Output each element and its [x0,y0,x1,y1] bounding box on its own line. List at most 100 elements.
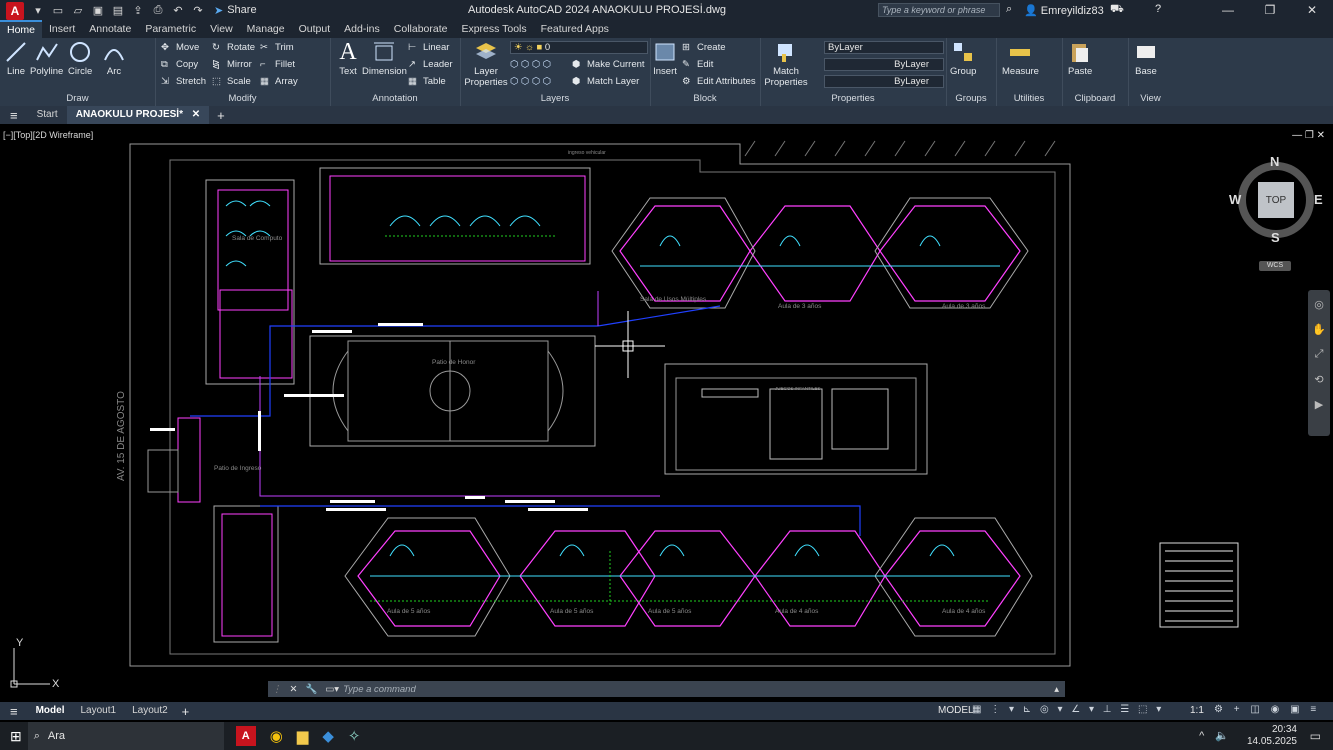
layers-panel-title[interactable]: Layers [460,93,650,104]
block-panel-title[interactable]: Block [650,93,760,104]
groups-panel-title[interactable]: Groups [946,93,996,104]
maximize-icon[interactable]: ❐ [1249,0,1291,20]
app-icon[interactable]: ✧ [348,727,361,745]
line-button[interactable]: Line [4,40,28,77]
rotate-button[interactable]: ↻ Rotate [212,42,255,53]
new-tab-icon[interactable]: + [209,108,233,123]
compass-e[interactable]: E [1314,192,1323,207]
command-line-handle-icon[interactable]: ⋮ [268,684,286,695]
scale-button[interactable]: ⬚ Scale [212,76,251,87]
make-current-button[interactable]: ⬢ Make Current [572,59,645,70]
layer-properties-button[interactable]: Layer Properties [464,40,508,88]
upload-icon[interactable]: ⇪ [130,3,146,17]
edit-block-button[interactable]: ✎ Edit [682,59,713,70]
arc-button[interactable]: Arc [102,40,126,77]
tab-layout2[interactable]: Layout2 [124,702,176,720]
command-expand-icon[interactable]: ▴ [1048,684,1065,695]
hamburger-menu-icon[interactable]: ≡ [0,108,28,123]
annotation-panel-title[interactable]: Annotation [330,93,460,104]
showmotion-icon[interactable]: ▶ [1308,398,1330,411]
tab-start[interactable]: Start [28,106,67,124]
table-button[interactable]: ▦ Table [408,76,446,87]
color-dropdown[interactable]: ByLayer [824,41,944,54]
paste-button[interactable]: Paste [1068,40,1092,77]
file-explorer-icon[interactable]: ▆ [297,727,309,745]
copy-button[interactable]: ⧉ Copy [161,59,198,70]
tab-parametric[interactable]: Parametric [138,20,203,38]
modify-panel-title[interactable]: Modify [155,93,330,104]
open-icon[interactable]: ▱ [70,3,86,17]
lineweight-dropdown[interactable]: ByLayer [824,75,944,88]
taskbar-search[interactable]: ⌕ Ara [27,722,224,750]
tab-featured-apps[interactable]: Featured Apps [534,20,616,38]
zoom-extents-icon[interactable]: ⤢ [1308,348,1330,361]
print-icon[interactable]: ⎙ [150,3,166,17]
user-account[interactable]: 👤 Emreyildiz83 [1024,4,1104,17]
save-icon[interactable]: ▣ [90,3,106,17]
notifications-icon[interactable]: ▭ [1310,729,1321,743]
command-history-icon[interactable]: ▭▾ [321,684,343,695]
windows-start-icon[interactable]: ⊞ [10,728,22,745]
leader-button[interactable]: ↗ Leader [408,59,453,70]
mirror-button[interactable]: ⧎ Mirror [212,59,252,70]
move-button[interactable]: ✥ Move [161,42,199,53]
close-command-line-icon[interactable]: ✕ [286,684,302,695]
store-icon[interactable]: ◆ [322,727,334,745]
tab-collaborate[interactable]: Collaborate [387,20,455,38]
create-block-button[interactable]: ⊞ Create [682,42,726,53]
group-button[interactable]: Group [950,40,976,77]
saveas-icon[interactable]: ▤ [110,3,126,17]
base-button[interactable]: Base [1134,40,1158,77]
status-tools-right[interactable]: ⚙ + ◫ ◉ ▣ ≡ [1214,704,1320,715]
match-layer-button[interactable]: ⬢ Match Layer [572,76,639,87]
tab-add-ins[interactable]: Add-ins [337,20,387,38]
tab-insert[interactable]: Insert [42,20,82,38]
clock[interactable]: 20:34 14.05.2025 [1247,722,1297,750]
undo-icon[interactable]: ↶ [170,3,186,17]
compass-n[interactable]: N [1270,154,1279,169]
add-layout-icon[interactable]: + [176,704,196,719]
new-icon[interactable]: ▭ [50,3,66,17]
layer-tools-2[interactable]: ⬡ ⬡ ⬡ ⬡ [510,76,551,87]
autocad-taskbar-icon[interactable]: A [235,726,256,746]
draw-panel-title[interactable]: Draw [0,93,155,104]
circle-button[interactable]: Circle [68,40,92,77]
steering-wheel-icon[interactable]: ◎ [1308,298,1330,311]
tab-layout1[interactable]: Layout1 [72,702,124,720]
edit-attributes-button[interactable]: ⚙ Edit Attributes [682,76,756,87]
compass-w[interactable]: W [1229,192,1241,207]
annotation-scale[interactable]: 1:1 [1190,705,1204,716]
tray-icons[interactable]: ^ 🔈 [1199,729,1233,742]
navigation-bar[interactable]: ◎ ✋ ⤢ ⟲ ▶ [1308,290,1330,436]
layer-tools[interactable]: ⬡ ⬡ ⬡ ⬡ [510,59,551,70]
insert-button[interactable]: Insert [653,40,677,77]
viewcube[interactable]: TOP N S W E [1229,154,1323,245]
cart-icon[interactable]: ⛟ [1110,3,1124,17]
search-icon[interactable]: ⌕ [1006,3,1012,16]
close-tab-icon[interactable]: ✕ [192,109,200,120]
tab-home[interactable]: Home [0,20,43,38]
drawing-viewport[interactable]: [−][Top][2D Wireframe] — ❐ ✕ Y X Sala de… [0,126,1333,702]
menu-dropdown-icon[interactable]: ▾ [30,3,46,17]
tab-manage[interactable]: Manage [240,20,292,38]
minimize-icon[interactable]: — [1207,0,1249,20]
share-button[interactable]: ➤ Share [214,4,257,17]
text-button[interactable]: A Text [336,40,360,77]
stretch-button[interactable]: ⇲ Stretch [161,76,206,87]
command-input[interactable]: Type a command [343,684,1048,695]
customize-icon[interactable]: 🔧 [301,684,321,695]
pan-icon[interactable]: ✋ [1308,323,1330,336]
chrome-icon[interactable]: ◉ [270,727,283,745]
linetype-dropdown[interactable]: ByLayer [824,58,944,71]
layer-dropdown[interactable]: ☀ ☼ ■ 0 [510,41,648,54]
clipboard-panel-title[interactable]: Clipboard [1062,93,1128,104]
autocad-logo-icon[interactable]: A [6,1,24,20]
status-tools[interactable]: ▦ ⋮ ▾ ⊾ ◎ ▾ ∠ ▾ ⊥ ☰ ⬚ ▾ [972,704,1164,715]
tab-view[interactable]: View [203,20,240,38]
polyline-button[interactable]: Polyline [30,40,63,77]
tab-model[interactable]: Model [28,702,73,720]
orbit-icon[interactable]: ⟲ [1308,373,1330,386]
measure-button[interactable]: Measure [1002,40,1039,77]
search-input[interactable]: Type a keyword or phrase [878,3,1000,17]
model-space-button[interactable]: MODEL [938,705,974,716]
